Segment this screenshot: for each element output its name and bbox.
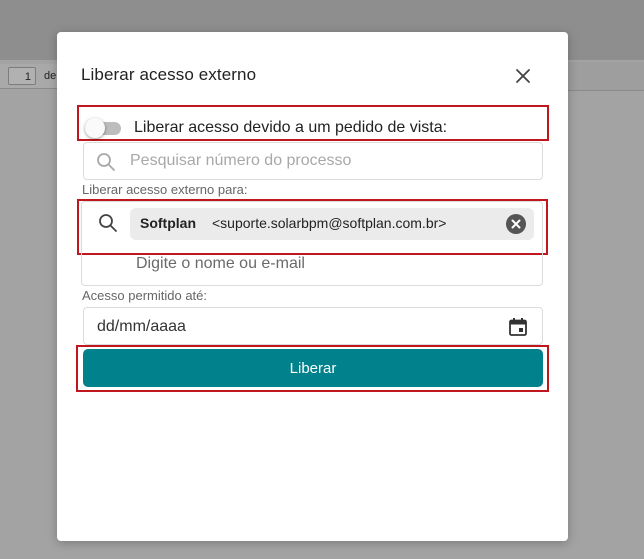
toggle-label: Liberar acesso devido a um pedido de vis…: [134, 119, 448, 136]
recipients-field[interactable]: Softplan <suporte.solarbpm@softplan.com.…: [81, 201, 543, 286]
page-of-text: de: [44, 70, 57, 82]
access-until-date-field[interactable]: dd/mm/aaaa: [83, 307, 543, 345]
search-icon: [97, 153, 115, 171]
recipient-name-email-input[interactable]: [136, 253, 526, 275]
process-search-input[interactable]: [130, 150, 530, 172]
date-value: dd/mm/aaaa: [97, 318, 186, 335]
recipients-label: Liberar acesso externo para:: [82, 182, 248, 197]
access-until-label: Acesso permitido até:: [82, 288, 208, 303]
chip-remove-button[interactable]: [506, 214, 526, 234]
calendar-icon[interactable]: [508, 317, 528, 337]
page-number-box: 1: [8, 67, 36, 85]
background-toolbar: [568, 62, 644, 91]
process-search-field[interactable]: [83, 142, 543, 180]
external-access-dialog: Liberar acesso externo Liberar acesso de…: [57, 32, 568, 541]
liberar-button[interactable]: Liberar: [83, 349, 543, 387]
background-pager: 1 de: [0, 64, 58, 89]
close-button[interactable]: [511, 64, 535, 88]
search-icon: [99, 214, 117, 232]
close-icon: [516, 69, 530, 83]
remove-circle-icon: [506, 214, 526, 234]
dialog-title: Liberar acesso externo: [81, 65, 257, 84]
view-request-toggle[interactable]: [85, 118, 121, 138]
chip-email: <suporte.solarbpm@softplan.com.br>: [212, 215, 447, 231]
chip-name: Softplan: [140, 215, 196, 231]
toggle-thumb[interactable]: [85, 118, 105, 138]
recipient-chip[interactable]: Softplan <suporte.solarbpm@softplan.com.…: [130, 208, 534, 240]
view-request-toggle-row[interactable]: Liberar acesso devido a um pedido de vis…: [81, 114, 545, 144]
